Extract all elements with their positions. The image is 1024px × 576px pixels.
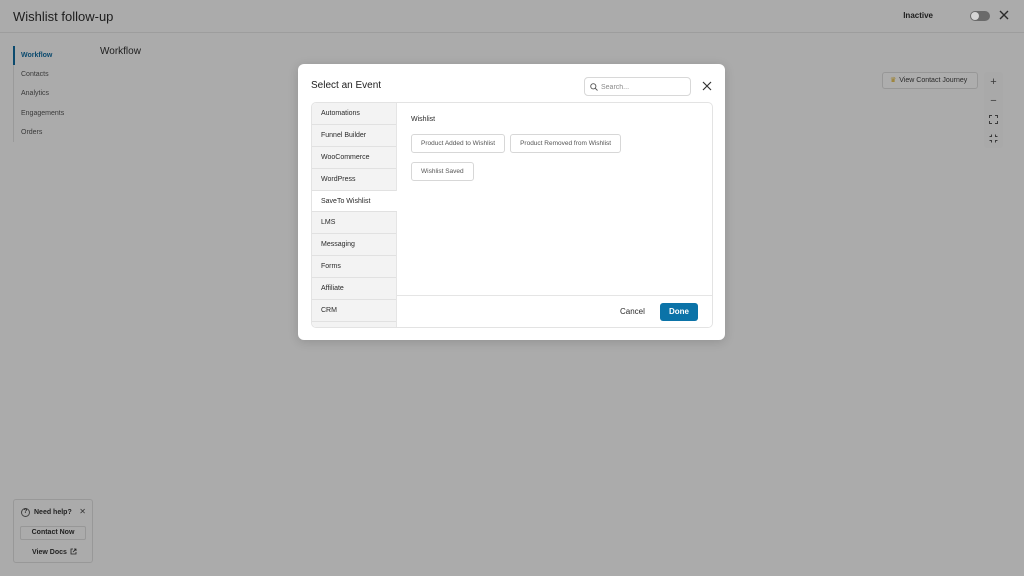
view-contact-journey-button[interactable]: ♛ View Contact Journey [882, 72, 978, 89]
category-woocommerce[interactable]: WooCommerce [312, 147, 396, 169]
zoom-controls: + − [984, 72, 1003, 148]
sidebar-item-orders[interactable]: Orders [14, 123, 88, 142]
category-affiliate[interactable]: Affiliate [312, 278, 396, 301]
fit-view-icon [989, 115, 998, 124]
status-label: Inactive [903, 11, 933, 20]
category-saveto-wishlist[interactable]: SaveTo Wishlist [312, 190, 397, 213]
active-toggle[interactable] [970, 11, 990, 21]
category-lms[interactable]: LMS [312, 212, 396, 235]
view-docs-link[interactable]: View Docs [32, 548, 77, 556]
event-search [584, 77, 691, 96]
workflow-title: Wishlist follow-up [13, 9, 114, 24]
crown-icon: ♛ [890, 77, 897, 84]
category-wordpress[interactable]: WordPress [312, 169, 396, 191]
category-list: Automations Funnel Builder WooCommerce W… [312, 103, 397, 327]
event-product-removed-from-wishlist[interactable]: Product Removed from Wishlist [510, 134, 622, 153]
event-options: Product Added to Wishlist Product Removed… [411, 132, 701, 188]
zoom-in-button[interactable]: + [984, 72, 1003, 91]
sidebar-item-workflow[interactable]: Workflow [13, 46, 88, 66]
help-close-icon[interactable]: ✕ [79, 507, 86, 516]
fullscreen-icon [989, 134, 998, 143]
help-header: ? Need help? [21, 508, 72, 517]
sidebar-item-contacts[interactable]: Contacts [14, 65, 88, 84]
docs-link-label: View Docs [32, 549, 67, 556]
category-messaging[interactable]: Messaging [312, 234, 396, 257]
page-title: Workflow [100, 46, 141, 57]
category-funnel-builder[interactable]: Funnel Builder [312, 125, 396, 147]
category-forms[interactable]: Forms [312, 256, 396, 279]
event-product-added-to-wishlist[interactable]: Product Added to Wishlist [411, 134, 506, 153]
question-icon: ? [21, 508, 30, 517]
event-wishlist-saved[interactable]: Wishlist Saved [411, 162, 474, 181]
fit-view-button[interactable] [984, 110, 1003, 129]
cancel-button[interactable]: Cancel [620, 304, 645, 320]
select-event-modal: Select an Event Automations Funnel Build… [298, 64, 725, 340]
modal-close-icon[interactable] [701, 80, 713, 92]
search-input[interactable] [601, 80, 687, 94]
fullscreen-button[interactable] [984, 129, 1003, 148]
event-panel: Wishlist Product Added to Wishlist Produc… [411, 116, 701, 188]
contact-now-button[interactable]: Contact Now [20, 526, 86, 540]
done-button[interactable]: Done [660, 303, 698, 321]
modal-body: Automations Funnel Builder WooCommerce W… [311, 102, 713, 328]
category-crm[interactable]: CRM [312, 300, 396, 322]
external-link-icon [70, 548, 77, 555]
help-panel: ? Need help? ✕ Contact Now View Docs [13, 499, 93, 563]
top-bar: Wishlist follow-up Inactive [0, 0, 1024, 33]
zoom-out-button[interactable]: − [984, 91, 1003, 110]
modal-title: Select an Event [311, 80, 382, 91]
side-nav: Workflow Contacts Analytics Engagements … [13, 46, 88, 142]
minus-icon: − [990, 94, 997, 107]
journey-button-label: View Contact Journey [899, 77, 968, 84]
close-icon[interactable] [997, 8, 1011, 22]
modal-footer: Cancel Done [397, 295, 712, 327]
plus-icon: + [990, 75, 997, 88]
sidebar-item-engagements[interactable]: Engagements [14, 104, 88, 123]
toggle-knob [971, 12, 979, 20]
search-icon [590, 83, 598, 91]
help-title: Need help? [34, 509, 72, 516]
sidebar-item-analytics[interactable]: Analytics [14, 84, 88, 103]
category-automations[interactable]: Automations [312, 103, 396, 125]
event-group-title: Wishlist [411, 116, 436, 123]
